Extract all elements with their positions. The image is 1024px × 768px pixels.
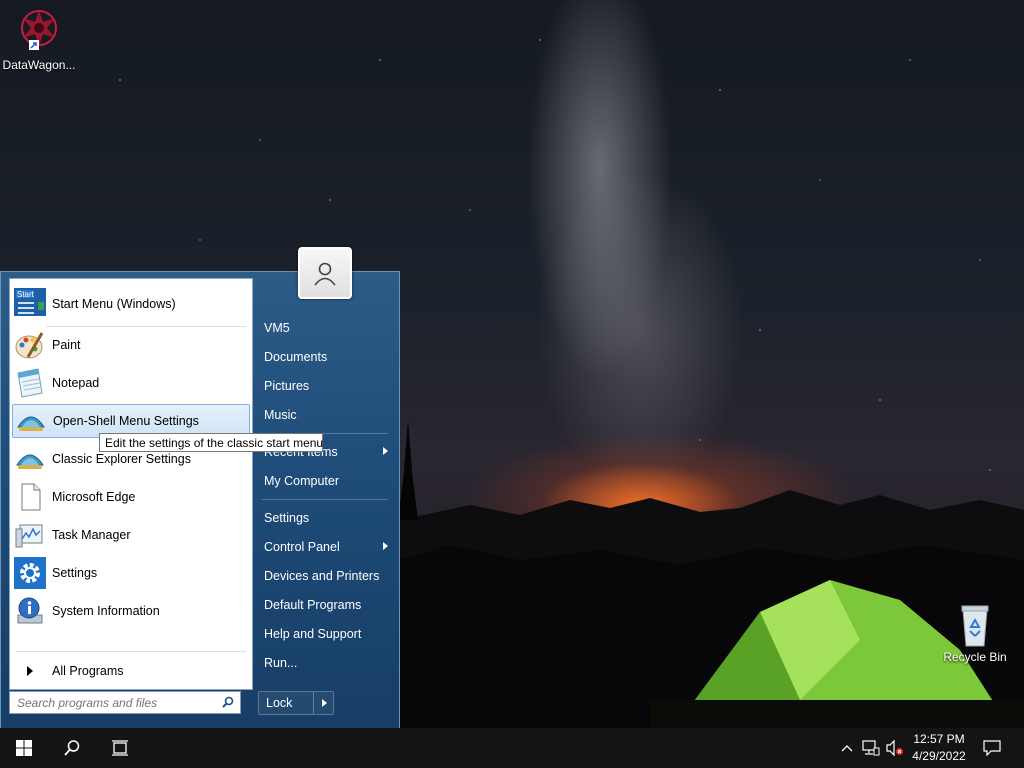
menu-item-label: Default Programs <box>264 598 362 612</box>
menu-item-label: Run... <box>264 656 298 670</box>
all-programs-label: All Programs <box>52 664 124 678</box>
menu-item-label: VM5 <box>264 321 290 335</box>
program-label: Task Manager <box>52 528 131 542</box>
notifications-button[interactable] <box>982 738 1002 758</box>
program-item-start-menu-windows[interactable]: Start Start Menu (Windows) <box>12 287 250 321</box>
svg-text:Start: Start <box>17 290 35 299</box>
menu-item-run[interactable]: Run... <box>260 650 394 676</box>
search-input[interactable] <box>15 694 219 711</box>
document-icon <box>14 481 46 513</box>
menu-item-label: Help and Support <box>264 627 362 641</box>
menu-item-music[interactable]: Music <box>260 402 394 428</box>
menu-item-label: Control Panel <box>264 540 340 554</box>
menu-item-control-panel[interactable]: Control Panel <box>260 534 394 560</box>
menu-item-label: Devices and Printers <box>264 569 380 583</box>
menu-item-label: Documents <box>264 350 328 364</box>
programs-pane: Start Start Menu (Windows) Paint Notepad… <box>9 278 253 690</box>
submenu-arrow-icon <box>383 542 388 550</box>
task-view-button[interactable] <box>96 728 144 768</box>
programs-separator <box>16 651 246 652</box>
menu-item-documents[interactable]: Documents <box>260 344 394 370</box>
clock-date: 4/29/2022 <box>912 749 966 763</box>
shell-icon <box>15 405 47 437</box>
program-item-paint[interactable]: Paint <box>12 328 250 362</box>
program-label: Open-Shell Menu Settings <box>53 414 199 428</box>
task-view-icon <box>112 740 128 756</box>
search-icon[interactable] <box>222 696 234 708</box>
menu-separator <box>262 499 388 500</box>
menu-item-pictures[interactable]: Pictures <box>260 373 394 399</box>
start-button[interactable] <box>0 728 48 768</box>
search-icon <box>64 740 80 756</box>
gear-icon <box>14 557 46 589</box>
submenu-arrow-icon <box>383 447 388 455</box>
program-item-notepad[interactable]: Notepad <box>12 366 250 400</box>
notification-icon <box>983 740 1001 756</box>
program-item-settings[interactable]: Settings <box>12 556 250 590</box>
menu-item-my-computer[interactable]: My Computer <box>260 468 394 494</box>
clock-time: 12:57 PM <box>913 732 965 746</box>
menu-item-help-and-support[interactable]: Help and Support <box>260 621 394 647</box>
program-label: Start Menu (Windows) <box>52 297 176 311</box>
shell-icon <box>14 443 46 475</box>
play-arrow-icon <box>14 655 46 687</box>
desktop-icon-label: Recycle Bin <box>943 650 1007 664</box>
paint-icon <box>14 329 46 361</box>
program-label: Paint <box>52 338 81 352</box>
search-box[interactable] <box>9 691 241 714</box>
menu-item-default-programs[interactable]: Default Programs <box>260 592 394 618</box>
user-icon <box>314 262 336 286</box>
menu-item-label: Settings <box>264 511 310 525</box>
menu-item-settings[interactable]: Settings <box>260 505 394 531</box>
show-hidden-icons-button[interactable] <box>838 738 856 758</box>
user-picture[interactable] <box>298 247 352 299</box>
program-item-system-information[interactable]: System Information <box>12 594 250 628</box>
program-label: Microsoft Edge <box>52 490 136 504</box>
desktop-icon-recycle-bin[interactable]: Recycle Bin <box>937 600 1013 664</box>
program-item-microsoft-edge[interactable]: Microsoft Edge <box>12 480 250 514</box>
search-button[interactable] <box>48 728 96 768</box>
recycle-bin-icon <box>951 600 999 648</box>
menu-item-label: My Computer <box>264 474 340 488</box>
program-label: Notepad <box>52 376 100 390</box>
clock[interactable]: 12:57 PM 4/29/2022 <box>904 731 974 765</box>
program-label: Settings <box>52 566 98 580</box>
datawagon-icon <box>15 8 63 56</box>
program-label: System Information <box>52 604 160 618</box>
all-programs-item[interactable]: All Programs <box>12 654 250 688</box>
menu-item-label: Music <box>264 408 297 422</box>
windows-logo-icon <box>16 740 32 756</box>
lock-button-label: Lock <box>266 696 293 710</box>
volume-muted-icon[interactable] <box>886 738 904 758</box>
desktop-icon-datawagon[interactable]: DataWagon... <box>1 8 77 72</box>
menu-item-label: Pictures <box>264 379 310 393</box>
info-icon <box>14 595 46 627</box>
chevron-up-icon <box>841 745 853 752</box>
shutdown-options-arrow[interactable] <box>313 692 333 714</box>
desktop-icon-label: DataWagon... <box>2 58 76 72</box>
tooltip: Edit the settings of the classic start m… <box>99 433 323 452</box>
menu-item-devices-and-printers[interactable]: Devices and Printers <box>260 563 394 589</box>
start-menu-icon: Start <box>14 288 46 320</box>
menu-item-vm5[interactable]: VM5 <box>260 315 394 341</box>
program-item-task-manager[interactable]: Task Manager <box>12 518 250 552</box>
notepad-icon <box>14 367 46 399</box>
programs-separator <box>46 326 246 327</box>
task-manager-icon <box>14 519 46 551</box>
taskbar: 12:57 PM 4/29/2022 <box>0 728 1024 768</box>
network-icon[interactable] <box>862 738 880 758</box>
lock-button[interactable]: Lock <box>258 691 334 715</box>
program-label: Classic Explorer Settings <box>52 452 191 466</box>
